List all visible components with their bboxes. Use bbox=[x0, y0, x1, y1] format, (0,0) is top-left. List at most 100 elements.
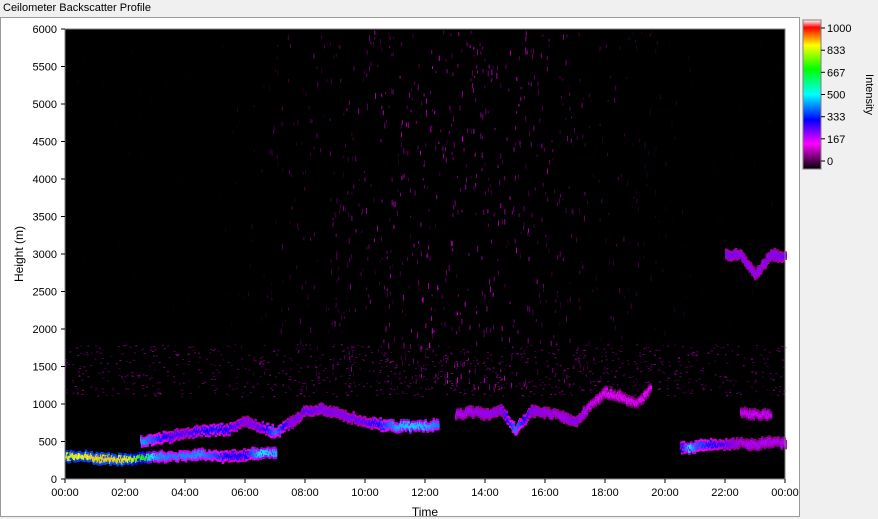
noise-speckle bbox=[539, 379, 541, 381]
noise-speckle bbox=[381, 257, 383, 261]
noise-speckle bbox=[379, 389, 382, 391]
noise-speckle bbox=[410, 188, 411, 193]
noise-speckle bbox=[484, 365, 487, 367]
noise-speckle bbox=[671, 123, 673, 128]
noise-speckle bbox=[346, 368, 349, 369]
noise-speckle bbox=[472, 83, 474, 89]
noise-speckle bbox=[261, 396, 264, 398]
noise-speckle bbox=[456, 175, 458, 178]
noise-speckle bbox=[500, 83, 502, 89]
noise-speckle bbox=[550, 340, 552, 346]
noise-speckle bbox=[159, 145, 160, 149]
noise-speckle bbox=[720, 347, 723, 349]
noise-speckle bbox=[330, 197, 332, 202]
noise-speckle bbox=[581, 260, 583, 263]
noise-speckle bbox=[349, 356, 351, 360]
noise-speckle bbox=[76, 347, 79, 349]
noise-speckle bbox=[199, 265, 201, 268]
noise-speckle bbox=[347, 262, 349, 268]
noise-speckle bbox=[533, 125, 535, 131]
noise-speckle bbox=[612, 351, 615, 353]
noise-speckle bbox=[488, 368, 491, 370]
noise-speckle bbox=[636, 381, 639, 383]
noise-speckle bbox=[685, 245, 687, 250]
noise-speckle bbox=[607, 344, 610, 346]
noise-speckle bbox=[782, 366, 785, 368]
noise-speckle bbox=[451, 152, 453, 155]
noise-speckle bbox=[469, 370, 472, 372]
noise-speckle bbox=[520, 348, 522, 350]
noise-speckle bbox=[243, 295, 245, 300]
noise-speckle bbox=[534, 187, 536, 191]
noise-speckle bbox=[271, 389, 274, 391]
noise-speckle bbox=[775, 373, 778, 374]
noise-speckle bbox=[90, 365, 93, 366]
noise-speckle bbox=[548, 236, 550, 241]
noise-speckle bbox=[445, 157, 447, 163]
noise-speckle bbox=[249, 392, 252, 394]
noise-speckle bbox=[220, 354, 223, 356]
noise-speckle bbox=[663, 373, 666, 375]
noise-speckle bbox=[352, 346, 355, 348]
noise-speckle bbox=[434, 308, 436, 312]
noise-speckle bbox=[501, 325, 503, 332]
noise-speckle bbox=[428, 388, 431, 390]
noise-speckle bbox=[572, 144, 574, 147]
noise-speckle bbox=[480, 51, 482, 55]
noise-speckle bbox=[332, 373, 335, 375]
noise-speckle bbox=[424, 350, 426, 357]
noise-speckle bbox=[412, 33, 414, 39]
noise-speckle bbox=[389, 217, 391, 222]
noise-speckle bbox=[364, 355, 367, 357]
noise-speckle bbox=[405, 313, 407, 316]
noise-speckle bbox=[198, 369, 201, 371]
noise-speckle bbox=[345, 143, 346, 148]
noise-speckle bbox=[690, 392, 693, 394]
noise-speckle bbox=[267, 383, 270, 385]
noise-speckle bbox=[571, 394, 574, 396]
noise-speckle bbox=[581, 389, 584, 391]
noise-speckle bbox=[719, 376, 722, 378]
noise-speckle bbox=[612, 360, 614, 361]
noise-speckle bbox=[565, 207, 567, 213]
noise-speckle bbox=[732, 379, 735, 381]
noise-speckle bbox=[596, 287, 598, 290]
noise-speckle bbox=[77, 371, 80, 373]
noise-speckle bbox=[717, 169, 719, 175]
noise-speckle bbox=[87, 345, 90, 347]
noise-speckle bbox=[328, 329, 330, 335]
noise-speckle bbox=[339, 203, 341, 208]
noise-speckle bbox=[365, 305, 367, 309]
noise-speckle bbox=[645, 365, 648, 367]
noise-speckle bbox=[473, 54, 475, 58]
noise-speckle bbox=[316, 66, 318, 69]
noise-speckle bbox=[425, 143, 427, 147]
noise-speckle bbox=[489, 354, 492, 356]
noise-speckle bbox=[366, 246, 368, 250]
noise-speckle bbox=[401, 391, 404, 393]
noise-speckle bbox=[726, 362, 729, 364]
noise-speckle bbox=[155, 355, 158, 357]
noise-speckle bbox=[389, 393, 391, 395]
noise-speckle bbox=[739, 171, 741, 176]
noise-speckle bbox=[426, 364, 429, 366]
noise-speckle bbox=[302, 172, 304, 175]
layer-point bbox=[274, 450, 278, 457]
noise-speckle bbox=[567, 299, 569, 303]
noise-speckle bbox=[650, 109, 651, 116]
noise-speckle bbox=[512, 319, 514, 324]
noise-speckle bbox=[582, 357, 585, 359]
noise-speckle bbox=[381, 46, 383, 53]
noise-speckle bbox=[587, 201, 589, 205]
noise-speckle bbox=[409, 233, 411, 240]
noise-speckle bbox=[617, 358, 620, 360]
noise-speckle bbox=[510, 387, 513, 389]
noise-speckle bbox=[246, 382, 249, 384]
noise-speckle bbox=[328, 308, 330, 311]
noise-speckle bbox=[528, 130, 530, 137]
noise-speckle bbox=[590, 380, 592, 385]
noise-speckle bbox=[585, 70, 587, 74]
noise-speckle bbox=[355, 155, 357, 162]
noise-speckle bbox=[723, 375, 726, 377]
noise-speckle bbox=[418, 288, 420, 292]
